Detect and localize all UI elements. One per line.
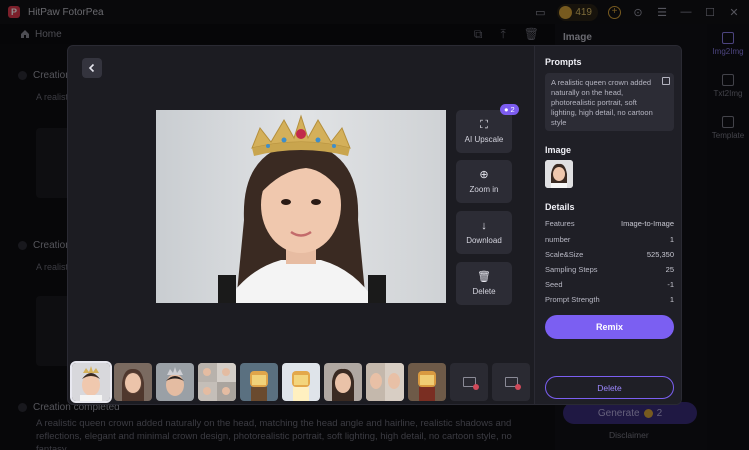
remix-button[interactable]: Remix: [545, 315, 674, 339]
thumbnail[interactable]: [70, 361, 112, 403]
thumbnail-unavailable[interactable]: [450, 363, 488, 401]
thumbnail[interactable]: [156, 363, 194, 401]
delete-image-button[interactable]: 🗑 Delete: [456, 262, 512, 305]
broken-image-icon: [504, 377, 521, 390]
thumbnail[interactable]: [408, 363, 446, 401]
image-preview-modal: ⛶ AI Upscale ● 2 ⊕ Zoom in ↓ Download 🗑 …: [67, 45, 682, 405]
thumbnail[interactable]: [198, 363, 236, 401]
trash-icon: 🗑: [477, 270, 491, 283]
zoom-in-icon: ⊕: [479, 168, 489, 181]
portrait-illustration: [156, 110, 446, 303]
thumbnail-strip: [70, 361, 534, 403]
download-button[interactable]: ↓ Download: [456, 211, 512, 254]
thumbnail[interactable]: [240, 363, 278, 401]
prompt-text: A realistic queen crown added naturally …: [551, 78, 653, 127]
detail-row: Scale&Size 525,350: [545, 250, 674, 259]
detail-row: Prompt Strength 1: [545, 295, 674, 304]
thumbnail[interactable]: [366, 363, 404, 401]
upscale-icon: ⛶: [480, 118, 488, 131]
image-heading: Image: [545, 145, 572, 155]
prompt-box: A realistic queen crown added naturally …: [545, 73, 674, 131]
upscale-cost-badge: ● 2: [500, 104, 519, 115]
details-panel: Prompts A realistic queen crown added na…: [534, 46, 681, 404]
delete-button[interactable]: Delete: [545, 376, 674, 399]
source-image-thumbnail[interactable]: [545, 160, 573, 188]
download-icon: ↓: [481, 219, 487, 232]
detail-row: Features Image-to-Image: [545, 219, 674, 228]
zoom-in-button[interactable]: ⊕ Zoom in: [456, 160, 512, 203]
thumbnail-unavailable[interactable]: [492, 363, 530, 401]
thumbnail[interactable]: [282, 363, 320, 401]
detail-row: Sampling Steps 25: [545, 265, 674, 274]
thumbnail[interactable]: [114, 363, 152, 401]
ai-upscale-button[interactable]: ⛶ AI Upscale: [456, 110, 512, 153]
thumbnail[interactable]: [324, 363, 362, 401]
detail-row: Seed -1: [545, 280, 674, 289]
generated-image: [156, 110, 446, 303]
credit-icon: ●: [504, 105, 509, 114]
details-heading: Details: [545, 202, 575, 212]
back-button[interactable]: [82, 58, 102, 78]
copy-icon[interactable]: [662, 77, 670, 85]
detail-row: number 1: [545, 235, 674, 244]
broken-image-icon: [462, 377, 479, 390]
prompts-heading: Prompts: [545, 57, 582, 67]
chevron-left-icon: [88, 63, 95, 73]
